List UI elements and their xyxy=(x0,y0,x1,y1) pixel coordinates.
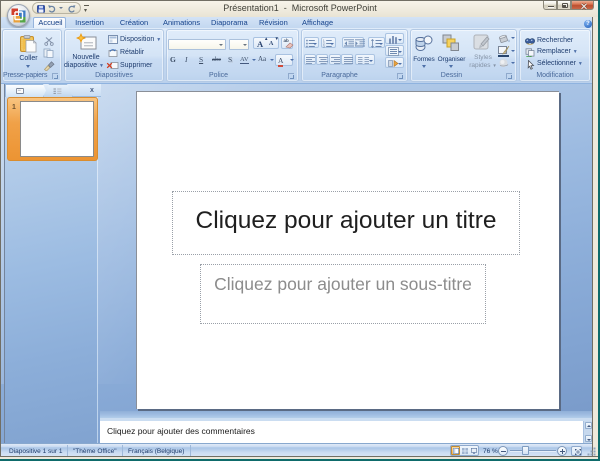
svg-text:3: 3 xyxy=(323,45,325,48)
